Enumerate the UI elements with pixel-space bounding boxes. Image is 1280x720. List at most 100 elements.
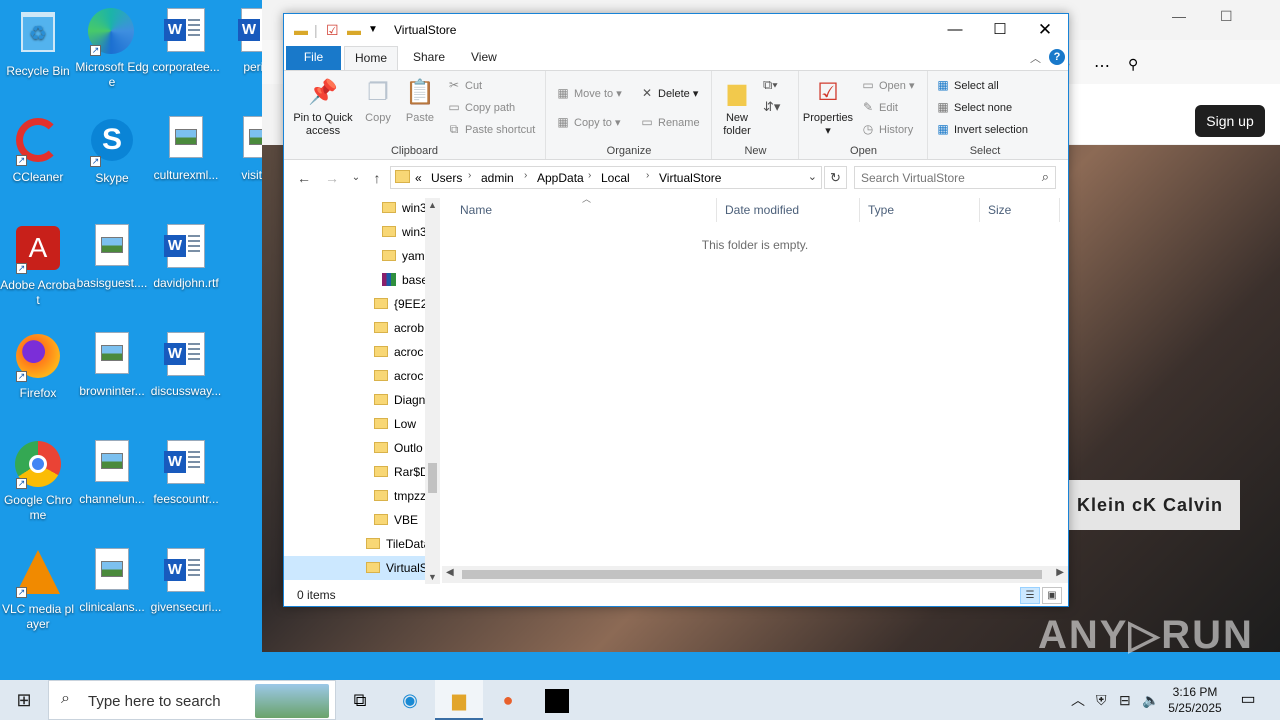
nav-item[interactable]: Outlo — [284, 436, 425, 460]
move-to-button[interactable]: ▦ Move to ▾ — [555, 83, 621, 103]
details-view-button[interactable]: ☰ — [1020, 587, 1040, 604]
more-icon[interactable]: ⋯ — [1094, 56, 1110, 76]
chevron-up-icon[interactable]: ︿ — [1030, 50, 1041, 66]
taskbar-clock[interactable]: 3:16 PM 5/25/2025 — [1160, 684, 1230, 716]
desktop-icon[interactable]: Wdavidjohn.rtf — [148, 224, 224, 291]
desktop-icon[interactable]: Wcorporatee... — [148, 8, 224, 75]
taskbar-firefox[interactable]: ● — [484, 680, 532, 720]
scroll-right-icon[interactable]: ▶ — [1056, 567, 1064, 578]
desktop-icon[interactable]: clinicalans... — [74, 548, 150, 615]
tab-home[interactable]: Home — [344, 46, 399, 70]
copy-to-button[interactable]: ▦ Copy to ▾ — [555, 112, 620, 132]
desktop-icon[interactable]: browninter... — [74, 332, 150, 399]
search-input[interactable] — [861, 170, 1031, 186]
horizontal-scrollbar[interactable]: ◀ ▶ — [442, 566, 1068, 583]
taskbar-terminal[interactable] — [533, 680, 581, 720]
taskbar-edge[interactable]: ◉ — [386, 680, 434, 720]
nav-item[interactable]: Rar$D — [284, 460, 429, 484]
desktop-icon[interactable]: ↗ Microsoft Edge — [74, 8, 150, 90]
taskbar-file-explorer[interactable]: ▆ — [435, 680, 483, 720]
desktop-icon[interactable]: Wgivensecuri... — [148, 548, 224, 615]
desktop-icon[interactable]: ↗ VLC media player — [0, 548, 76, 632]
nav-item[interactable]: Diagn — [284, 388, 425, 412]
paste-button[interactable]: 📋 Paste — [400, 77, 440, 125]
recent-locations-button[interactable]: ⌄ — [346, 168, 366, 188]
breadcrumb-item[interactable]: Local — [601, 171, 630, 185]
breadcrumb-item[interactable]: admin — [481, 171, 514, 185]
open-button[interactable]: ▭ Open ▾ — [860, 75, 914, 95]
scroll-down-icon[interactable]: ▼ — [425, 572, 440, 582]
chevron-right-icon[interactable]: › — [468, 170, 471, 181]
chevron-right-icon[interactable]: › — [588, 170, 591, 181]
security-icon[interactable]: ⛨ — [1096, 680, 1107, 720]
desktop-icon[interactable]: ↗ Firefox — [0, 332, 76, 401]
chevron-down-icon[interactable]: ⌄ — [808, 170, 817, 183]
nav-item[interactable]: acroc — [284, 340, 425, 364]
column-header-date-modified[interactable]: Date modified — [717, 198, 860, 222]
scroll-up-icon[interactable]: ▲ — [425, 200, 440, 210]
delete-button[interactable]: ✕ Delete ▾ — [639, 83, 698, 103]
select-all-button[interactable]: ▦ Select all — [935, 75, 998, 95]
nav-item[interactable]: win3 — [284, 198, 427, 220]
desktop-icon[interactable]: ↗ CCleaner — [0, 116, 76, 185]
desktop-icon[interactable]: channelun... — [74, 440, 150, 507]
desktop-icon[interactable]: basisguest.... — [74, 224, 150, 291]
new-item-icon[interactable]: ⧉▾ — [763, 77, 778, 93]
back-button[interactable]: ← — [294, 168, 314, 188]
navigation-scrollbar[interactable]: ▲ ▼ — [425, 198, 440, 584]
copy-button[interactable]: ❐ Copy — [360, 77, 396, 125]
desktop-icon[interactable]: culturexml... — [148, 116, 224, 183]
refresh-button[interactable]: ↻ — [824, 166, 847, 189]
paste-shortcut-button[interactable]: ⧉ Paste shortcut — [446, 119, 536, 139]
new-folder-qa-icon[interactable]: ▬ — [347, 22, 361, 38]
search-box[interactable]: ⌕ — [854, 166, 1056, 189]
horizontal-scroll-thumb[interactable] — [462, 570, 1042, 579]
column-header-type[interactable]: Type — [860, 198, 980, 222]
desktop-icon[interactable]: Wfeescountr... — [148, 440, 224, 507]
maximize-button[interactable]: ☐ — [977, 14, 1023, 46]
pin-to-quick-access-button[interactable]: 📌 Pin to Quick access — [290, 77, 356, 138]
help-icon[interactable]: ? — [1049, 49, 1065, 65]
breadcrumb-item[interactable]: AppData — [537, 171, 584, 185]
large-icons-view-button[interactable]: ▣ — [1042, 587, 1062, 604]
minimize-icon[interactable]: — — [1172, 8, 1186, 24]
column-header-name[interactable]: Name — [452, 198, 717, 222]
breadcrumb-item[interactable]: Users — [431, 171, 462, 185]
qa-dropdown-icon[interactable]: ▼ — [368, 24, 378, 35]
maximize-icon[interactable]: ☐ — [1220, 8, 1233, 25]
minimize-button[interactable]: — — [932, 14, 978, 46]
taskbar-search[interactable]: ⌕ Type here to search — [48, 680, 336, 720]
sign-up-button[interactable]: Sign up — [1195, 105, 1265, 137]
nav-item-selected[interactable]: VirtualS — [284, 556, 428, 580]
close-button[interactable]: ✕ — [1022, 14, 1068, 46]
scroll-thumb[interactable] — [428, 463, 437, 493]
network-icon[interactable]: ⊟ — [1119, 680, 1131, 720]
forward-button[interactable]: → — [322, 168, 342, 188]
copy-path-button[interactable]: ▭ Copy path — [446, 97, 515, 117]
start-button[interactable]: ⊞ — [0, 680, 48, 720]
task-view-button[interactable]: ⧉ — [336, 680, 384, 720]
chevron-right-icon[interactable]: › — [646, 170, 649, 181]
desktop-icon[interactable]: A ↗ Adobe Acrobat — [0, 224, 76, 308]
select-none-button[interactable]: ▦ Select none — [935, 97, 1012, 117]
easy-access-icon[interactable]: ⇵▾ — [763, 99, 780, 115]
cut-button[interactable]: ✂ Cut — [446, 75, 482, 95]
rename-button[interactable]: ▭ Rename — [639, 112, 699, 132]
nav-item[interactable]: TileData — [284, 532, 430, 556]
desktop-icon[interactable]: ↗ Google Chrome — [0, 440, 76, 523]
nav-item[interactable]: {9EE29 — [284, 292, 434, 316]
nav-item[interactable]: base — [284, 268, 428, 292]
desktop-icon[interactable]: ♻ Recycle Bin — [0, 8, 76, 79]
address-bar[interactable]: « Users › admin › AppData › Local › VirtualStore… — [390, 166, 822, 189]
nav-item[interactable]: tmpzz — [284, 484, 426, 508]
tab-file[interactable]: File — [286, 46, 341, 70]
notification-icon[interactable]: ▭ — [1236, 680, 1260, 720]
nav-item[interactable]: VBE — [284, 508, 425, 532]
properties-button[interactable]: ☑ Properties ▾ — [802, 77, 854, 138]
desktop-icon[interactable]: Wdiscussway... — [148, 332, 224, 399]
up-button[interactable]: ↑ — [367, 168, 387, 188]
address-overflow[interactable]: « — [415, 171, 422, 185]
tab-share[interactable]: Share — [403, 46, 455, 70]
breadcrumb-item[interactable]: VirtualStore — [659, 171, 721, 185]
nav-item[interactable]: win3 — [284, 220, 427, 244]
